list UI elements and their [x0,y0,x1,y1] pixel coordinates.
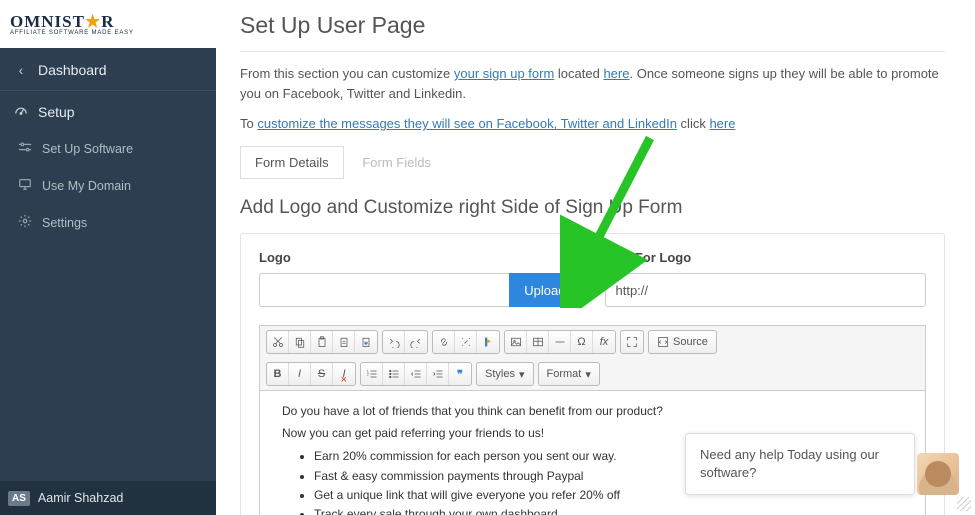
tabs: Form Details Form Fields [240,146,945,179]
help-text: Need any help Today using our software? [700,447,879,480]
styles-dropdown[interactable]: Styles ▾ [477,363,533,385]
nav-label: Setup [38,104,75,120]
brand-prefix: OMNIST [10,12,85,31]
chevron-down-icon: ▾ [519,368,525,381]
nav-label: Dashboard [38,62,107,78]
special-char-icon[interactable]: Ω [571,331,593,353]
table-icon[interactable] [527,331,549,353]
editor-toolbar: Ω fx Source B I S I× 12 [260,326,925,391]
redo-icon[interactable] [405,331,427,353]
image-icon[interactable] [505,331,527,353]
remove-format-icon[interactable]: I× [333,363,355,385]
sliders-icon [18,140,32,157]
gauge-icon [14,103,28,120]
cut-icon[interactable] [267,331,289,353]
strike-icon[interactable]: S [311,363,333,385]
help-chat-bubble[interactable]: Need any help Today using our software? [685,433,915,495]
chevron-left-icon: ‹ [14,62,28,78]
logo-label: Logo [259,250,581,265]
avatar: AS [8,491,30,506]
link-sign-up-form[interactable]: your sign up form [454,66,554,81]
nav-set-up-software[interactable]: Set Up Software [0,130,216,167]
monitor-icon [18,177,32,194]
copy-icon[interactable] [289,331,311,353]
fx-icon[interactable]: fx [593,331,615,353]
gear-icon [18,214,32,231]
nav-settings[interactable]: Settings [0,204,216,241]
undo-icon[interactable] [383,331,405,353]
link-here-2[interactable]: here [709,116,735,131]
user-bar[interactable]: AS Aamir Shahzad [0,481,216,515]
tab-form-details[interactable]: Form Details [240,146,344,179]
editor-line: Do you have a lot of friends that you th… [282,403,903,420]
nav-dashboard[interactable]: ‹ Dashboard [0,52,216,88]
unlink-icon[interactable] [455,331,477,353]
link-here-1[interactable]: here [603,66,629,81]
numbered-list-icon[interactable]: 12 [361,363,383,385]
help-avatar[interactable] [917,453,959,495]
italic-icon[interactable]: I [289,363,311,385]
link-customize-messages[interactable]: customize the messages they will see on … [257,116,677,131]
indent-icon[interactable] [427,363,449,385]
link-for-logo-input[interactable] [605,273,927,307]
maximize-icon[interactable] [621,331,643,353]
nav-label: Set Up Software [42,142,133,156]
svg-text:2: 2 [366,373,368,377]
tab-form-fields[interactable]: Form Fields [347,146,446,179]
paste-icon[interactable] [311,331,333,353]
nav-use-my-domain[interactable]: Use My Domain [0,167,216,204]
outdent-icon[interactable] [405,363,427,385]
link-for-logo-label: Link For Logo [605,250,927,265]
page-title: Set Up User Page [240,12,945,39]
logo-path-input[interactable] [259,273,509,307]
nav-setup[interactable]: Setup [0,93,216,130]
nav: ‹ Dashboard Setup Set Up Software Use My… [0,48,216,241]
paste-text-icon[interactable] [333,331,355,353]
intro-paragraph-2: To customize the messages they will see … [240,114,945,134]
upload-button[interactable]: Upload [509,273,580,307]
user-name: Aamir Shahzad [38,491,123,505]
resize-handle-icon[interactable] [957,497,971,511]
format-dropdown[interactable]: Format ▾ [539,363,599,385]
anchor-icon[interactable] [477,331,499,353]
brand-suffix: R [101,12,114,31]
chevron-down-icon: ▾ [585,368,591,381]
brand-tagline: AFFILIATE SOFTWARE MADE EASY [10,30,134,36]
bold-icon[interactable]: B [267,363,289,385]
editor-list-item: Track every sale through your own dashbo… [314,506,903,515]
nav-label: Use My Domain [42,179,131,193]
star-icon: ★ [85,12,101,31]
bullet-list-icon[interactable] [383,363,405,385]
section-heading: Add Logo and Customize right Side of Sig… [240,197,945,219]
brand-logo: OMNIST★R AFFILIATE SOFTWARE MADE EASY [0,0,216,48]
link-icon[interactable] [433,331,455,353]
nav-label: Settings [42,216,87,230]
sidebar: OMNIST★R AFFILIATE SOFTWARE MADE EASY ‹ … [0,0,216,515]
intro-paragraph-1: From this section you can customize your… [240,64,945,104]
blockquote-icon[interactable]: ❞ [449,363,471,385]
source-button[interactable]: Source [649,331,716,353]
paste-word-icon[interactable] [355,331,377,353]
hr-icon[interactable] [549,331,571,353]
